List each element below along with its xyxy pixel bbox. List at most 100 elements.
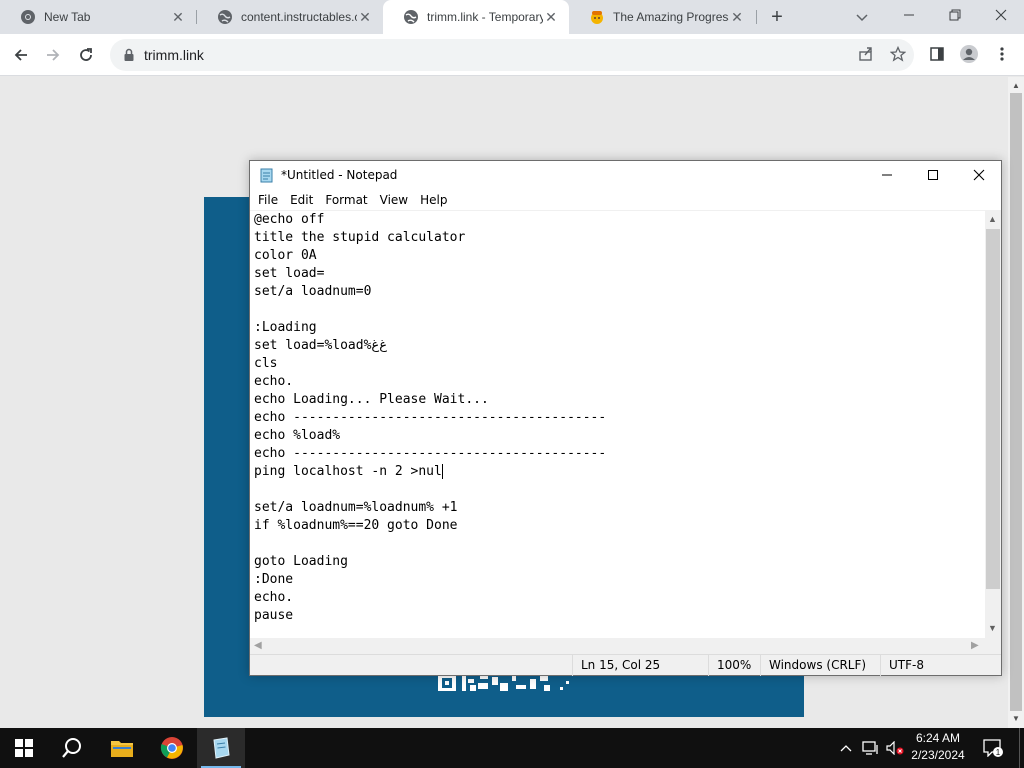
notepad-vertical-scrollbar[interactable]: ▲ ▼: [985, 211, 1001, 638]
reload-icon[interactable]: [73, 42, 99, 68]
network-icon[interactable]: [860, 728, 882, 768]
text-line[interactable]: echo.: [254, 373, 985, 391]
text-line[interactable]: :Loading: [254, 319, 985, 337]
text-line[interactable]: echo -----------------------------------…: [254, 409, 985, 427]
line-text: echo -----------------------------------…: [254, 446, 607, 461]
taskbar-clock[interactable]: 6:24 AM 2/23/2024: [904, 730, 972, 766]
status-cursor-position: Ln 15, Col 25: [572, 655, 708, 676]
scroll-left-arrow-icon[interactable]: ◀: [254, 640, 262, 651]
scrollbar-thumb[interactable]: [1010, 93, 1022, 711]
line-text: ping localhost -n 2 >nul: [254, 464, 442, 479]
tab-new-tab[interactable]: New Tab ✕: [0, 0, 196, 34]
back-arrow-icon[interactable]: [8, 42, 34, 68]
scroll-up-arrow-icon[interactable]: ▲: [988, 214, 997, 224]
notepad-horizontal-scrollbar[interactable]: ◀ ▶: [250, 638, 985, 654]
line-text: set load=%load%ﻍﻍ: [254, 338, 388, 353]
browser-menu-icon[interactable]: [990, 42, 1014, 66]
close-window-button[interactable]: [978, 0, 1024, 30]
notepad-close-button[interactable]: [956, 161, 1002, 189]
line-text: title the stupid calculator: [254, 230, 466, 245]
line-text: goto Loading: [254, 554, 348, 569]
browser-toolbar: trimm.link: [0, 34, 1024, 76]
tab-amazing-progress[interactable]: The Amazing Progress ✕: [569, 0, 755, 34]
side-panel-icon[interactable]: [925, 42, 949, 66]
browser-tab-strip: New Tab ✕ content.instructables.co ✕ tri…: [0, 0, 1024, 34]
show-desktop-button[interactable]: [1019, 728, 1024, 768]
menu-view[interactable]: View: [374, 193, 414, 207]
text-line[interactable]: echo Loading... Please Wait...: [254, 391, 985, 409]
text-line[interactable]: set load=%load%ﻍﻍ: [254, 337, 985, 355]
scroll-up-arrow-icon[interactable]: ▲: [1012, 81, 1020, 90]
share-icon[interactable]: [854, 42, 878, 66]
action-center-button[interactable]: 1: [980, 728, 1006, 768]
menu-file[interactable]: File: [252, 193, 284, 207]
text-line[interactable]: if %loadnum%==20 goto Done: [254, 517, 985, 535]
text-line[interactable]: set/a loadnum=0: [254, 283, 985, 301]
chrome-icon: [160, 737, 183, 759]
line-text: set/a loadnum=%loadnum% +1: [254, 500, 458, 515]
restore-window-button[interactable]: [932, 0, 978, 30]
page-scrollbar[interactable]: ▲ ▼: [1008, 77, 1024, 728]
tab-instructables[interactable]: content.instructables.co ✕: [197, 0, 383, 34]
bookmark-star-icon[interactable]: [886, 42, 910, 66]
status-encoding: UTF-8: [880, 655, 1001, 676]
text-line[interactable]: title the stupid calculator: [254, 229, 985, 247]
scrollbar-corner: [985, 638, 1001, 654]
show-hidden-icons-chevron-icon[interactable]: [836, 728, 856, 768]
notepad-minimize-button[interactable]: [864, 161, 910, 189]
profile-avatar-icon[interactable]: [957, 42, 981, 66]
close-tab-icon[interactable]: ✕: [543, 9, 559, 25]
text-line[interactable]: echo %load%: [254, 427, 985, 445]
scroll-down-arrow-icon[interactable]: ▼: [988, 623, 997, 633]
start-button[interactable]: [0, 728, 48, 768]
text-line[interactable]: pause: [254, 607, 985, 625]
scrollbar-thumb[interactable]: [986, 229, 1000, 589]
search-button[interactable]: [48, 728, 96, 768]
file-explorer-button[interactable]: [98, 728, 146, 768]
line-text: set load=: [254, 266, 325, 281]
tab-trimm-link[interactable]: trimm.link - Temporary ✕: [383, 0, 569, 34]
menu-format[interactable]: Format: [319, 193, 373, 207]
notepad-text-editor[interactable]: @echo off title the stupid calculator colo…: [250, 211, 985, 638]
notepad-taskbar-button[interactable]: [197, 728, 245, 768]
volume-muted-icon[interactable]: [884, 728, 906, 768]
text-line[interactable]: color 0A: [254, 247, 985, 265]
notepad-title-bar[interactable]: *Untitled - Notepad: [250, 161, 1001, 189]
text-line[interactable]: echo -----------------------------------…: [254, 445, 985, 463]
text-line[interactable]: [254, 481, 985, 499]
menu-edit[interactable]: Edit: [284, 193, 319, 207]
tab-title: trimm.link - Temporary: [427, 10, 543, 24]
lock-icon[interactable]: [122, 48, 136, 62]
scroll-down-arrow-icon[interactable]: ▼: [1012, 714, 1020, 723]
notepad-app-icon: [213, 737, 230, 759]
tab-search-chevron-icon[interactable]: [853, 8, 871, 26]
notepad-maximize-button[interactable]: [910, 161, 956, 189]
line-text: echo -----------------------------------…: [254, 410, 607, 425]
text-line[interactable]: cls: [254, 355, 985, 373]
clock-date: 2/23/2024: [911, 748, 965, 762]
close-tab-icon[interactable]: ✕: [357, 9, 373, 25]
text-cursor: [441, 464, 443, 479]
minimize-window-button[interactable]: [886, 0, 932, 30]
text-line[interactable]: [254, 301, 985, 319]
address-url: trimm.link: [144, 47, 204, 63]
chrome-taskbar-button[interactable]: [148, 728, 196, 768]
text-line[interactable]: ping localhost -n 2 >nul: [254, 463, 985, 481]
text-line[interactable]: set load=: [254, 265, 985, 283]
line-text: if %loadnum%==20 goto Done: [254, 518, 458, 533]
text-line[interactable]: goto Loading: [254, 553, 985, 571]
text-line[interactable]: set/a loadnum=%loadnum% +1: [254, 499, 985, 517]
new-tab-button[interactable]: +: [765, 5, 789, 29]
text-line[interactable]: :Done: [254, 571, 985, 589]
scroll-right-arrow-icon[interactable]: ▶: [971, 640, 979, 651]
text-line[interactable]: [254, 535, 985, 553]
close-tab-icon[interactable]: ✕: [170, 9, 186, 25]
close-tab-icon[interactable]: ✕: [729, 9, 745, 25]
text-line[interactable]: echo.: [254, 589, 985, 607]
text-line[interactable]: @echo off: [254, 211, 985, 229]
address-bar[interactable]: trimm.link: [110, 39, 914, 71]
notepad-app-icon: [259, 167, 275, 183]
tab-title: content.instructables.co: [241, 10, 357, 24]
forward-arrow-icon[interactable]: [40, 42, 66, 68]
menu-help[interactable]: Help: [414, 193, 453, 207]
